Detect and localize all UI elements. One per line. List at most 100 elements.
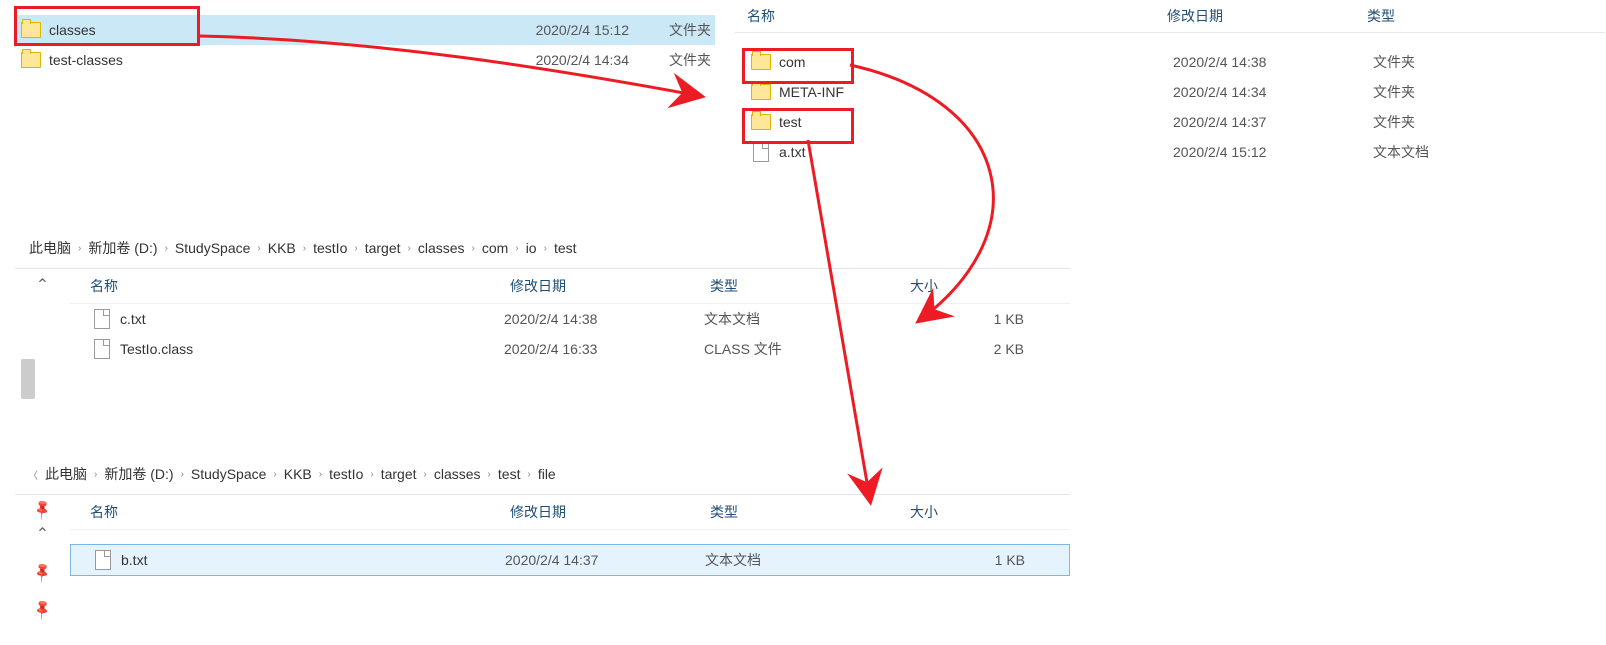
- folder-row-meta-inf[interactable]: META-INF 2020/2/4 14:34 文件夹: [735, 77, 1605, 107]
- breadcrumb-segment[interactable]: test: [494, 466, 525, 482]
- pin-icon[interactable]: 📌: [30, 597, 54, 621]
- chevron-right-icon: ›: [541, 243, 550, 254]
- chevron-right-icon: ›: [254, 243, 263, 254]
- chevron-right-icon: ›: [91, 469, 100, 480]
- annotation-box: [742, 108, 854, 144]
- folder-icon: [21, 50, 41, 70]
- item-date: 2020/2/4 14:37: [505, 552, 705, 568]
- item-name: c.txt: [120, 311, 504, 327]
- folder-row-test-classes[interactable]: test-classes 2020/2/4 14:34 文件夹: [15, 45, 715, 75]
- breadcrumb-segment[interactable]: target: [361, 240, 405, 256]
- header-size[interactable]: 大小: [910, 502, 1030, 522]
- item-type: CLASS 文件: [704, 339, 904, 359]
- item-name: a.txt: [779, 144, 1173, 160]
- chevron-right-icon: ›: [421, 469, 430, 480]
- file-row-a-txt[interactable]: a.txt 2020/2/4 15:12 文本文档: [735, 137, 1605, 167]
- chevron-right-icon: ›: [270, 469, 279, 480]
- breadcrumb-segment[interactable]: testIo: [325, 466, 367, 482]
- header-date[interactable]: 修改日期: [1167, 6, 1367, 26]
- chevron-right-icon: ›: [300, 243, 309, 254]
- pin-icon[interactable]: 📌: [30, 560, 54, 584]
- breadcrumb-segment[interactable]: 新加卷 (D:): [100, 464, 177, 484]
- folder-date: 2020/2/4 14:34: [449, 52, 669, 68]
- item-date: 2020/2/4 15:12: [1173, 144, 1373, 160]
- header-type[interactable]: 类型: [710, 502, 910, 522]
- item-size: 1 KB: [904, 311, 1054, 327]
- chevron-right-icon: ›: [405, 243, 414, 254]
- header-name[interactable]: 名称: [70, 276, 510, 296]
- chevron-right-icon: ›: [178, 469, 187, 480]
- annotation-box: [742, 48, 854, 84]
- folder-row-test[interactable]: test 2020/2/4 14:37 文件夹: [735, 107, 1605, 137]
- chevron-right-icon: ›: [524, 469, 533, 480]
- breadcrumb-segment[interactable]: testIo: [309, 240, 351, 256]
- breadcrumb-com-io-test[interactable]: 此电脑›新加卷 (D:)›StudySpace›KKB›testIo›targe…: [15, 228, 1090, 268]
- file-icon: [92, 339, 112, 359]
- chevron-right-icon: ›: [469, 243, 478, 254]
- folder-name: test-classes: [49, 52, 449, 68]
- header-type[interactable]: 类型: [1367, 6, 1517, 26]
- column-headers[interactable]: 名称 修改日期 类型 大小: [70, 495, 1070, 530]
- pin-icon[interactable]: 📌: [30, 497, 54, 521]
- item-date: 2020/2/4 14:37: [1173, 114, 1373, 130]
- breadcrumb-segment[interactable]: test: [550, 240, 581, 256]
- annotation-box: [14, 6, 200, 46]
- breadcrumb-segment[interactable]: 此电脑: [25, 238, 75, 258]
- chevron-left-icon[interactable]: 〈: [25, 467, 41, 482]
- breadcrumb-segment[interactable]: io: [522, 240, 541, 256]
- chevron-right-icon: ›: [316, 469, 325, 480]
- item-type: 文本文档: [705, 550, 905, 570]
- file-row-testio-class[interactable]: TestIo.class 2020/2/4 16:33 CLASS 文件 2 K…: [70, 334, 1070, 364]
- file-icon: [751, 142, 771, 162]
- item-name: b.txt: [121, 552, 505, 568]
- item-size: 1 KB: [905, 552, 1055, 568]
- up-icon[interactable]: ⌃: [36, 524, 49, 544]
- breadcrumb-segment[interactable]: file: [534, 466, 560, 482]
- breadcrumb-segment[interactable]: KKB: [264, 240, 300, 256]
- header-date[interactable]: 修改日期: [510, 276, 710, 296]
- item-name: META-INF: [779, 84, 1173, 100]
- header-date[interactable]: 修改日期: [510, 502, 710, 522]
- column-headers[interactable]: 名称 修改日期 类型: [735, 0, 1605, 33]
- breadcrumb-segment[interactable]: KKB: [280, 466, 316, 482]
- item-date: 2020/2/4 14:34: [1173, 84, 1373, 100]
- file-list-test-file: 📌 ⌃ 📌 📌 名称 修改日期 类型 大小 b.txt 2020/2/4 14:…: [15, 494, 1070, 635]
- breadcrumb-test-file[interactable]: 〈 此电脑›新加卷 (D:)›StudySpace›KKB›testIo›tar…: [15, 454, 1090, 494]
- folder-row-com[interactable]: com 2020/2/4 14:38 文件夹: [735, 47, 1605, 77]
- header-size[interactable]: 大小: [910, 276, 1030, 296]
- breadcrumb-segment[interactable]: classes: [430, 466, 485, 482]
- breadcrumb-segment[interactable]: StudySpace: [171, 240, 255, 256]
- chevron-right-icon: ›: [162, 243, 171, 254]
- item-type: 文本文档: [704, 309, 904, 329]
- file-row-c-txt[interactable]: c.txt 2020/2/4 14:38 文本文档 1 KB: [70, 304, 1070, 334]
- file-row-b-txt[interactable]: b.txt 2020/2/4 14:37 文本文档 1 KB: [70, 544, 1070, 576]
- breadcrumb-segment[interactable]: classes: [414, 240, 469, 256]
- scrollbar-thumb[interactable]: [21, 359, 35, 399]
- file-icon: [93, 550, 113, 570]
- item-type: 文件夹: [1373, 112, 1523, 132]
- item-type: 文件夹: [1373, 82, 1523, 102]
- header-type[interactable]: 类型: [710, 276, 910, 296]
- file-icon: [92, 309, 112, 329]
- item-type: 文件夹: [1373, 52, 1523, 72]
- breadcrumb-segment[interactable]: target: [377, 466, 421, 482]
- item-name: TestIo.class: [120, 341, 504, 357]
- header-name[interactable]: 名称: [735, 6, 1167, 26]
- chevron-right-icon: ›: [351, 243, 360, 254]
- breadcrumb-segment[interactable]: com: [478, 240, 512, 256]
- breadcrumb-segment[interactable]: StudySpace: [187, 466, 271, 482]
- folder-icon: [751, 82, 771, 102]
- chevron-right-icon: ›: [512, 243, 521, 254]
- item-date: 2020/2/4 14:38: [504, 311, 704, 327]
- item-type: 文本文档: [1373, 142, 1523, 162]
- item-date: 2020/2/4 14:38: [1173, 54, 1373, 70]
- breadcrumb-segment[interactable]: 新加卷 (D:): [84, 238, 161, 258]
- folder-date: 2020/2/4 15:12: [449, 22, 669, 38]
- item-date: 2020/2/4 16:33: [504, 341, 704, 357]
- breadcrumb-segment[interactable]: 此电脑: [41, 464, 91, 484]
- column-headers[interactable]: 名称 修改日期 类型 大小: [70, 269, 1070, 304]
- header-name[interactable]: 名称: [70, 502, 510, 522]
- up-icon[interactable]: ⌃: [36, 275, 49, 295]
- chevron-right-icon: ›: [75, 243, 84, 254]
- folder-list-classes: 名称 修改日期 类型 com 2020/2/4 14:38 文件夹 META-I…: [735, 0, 1605, 167]
